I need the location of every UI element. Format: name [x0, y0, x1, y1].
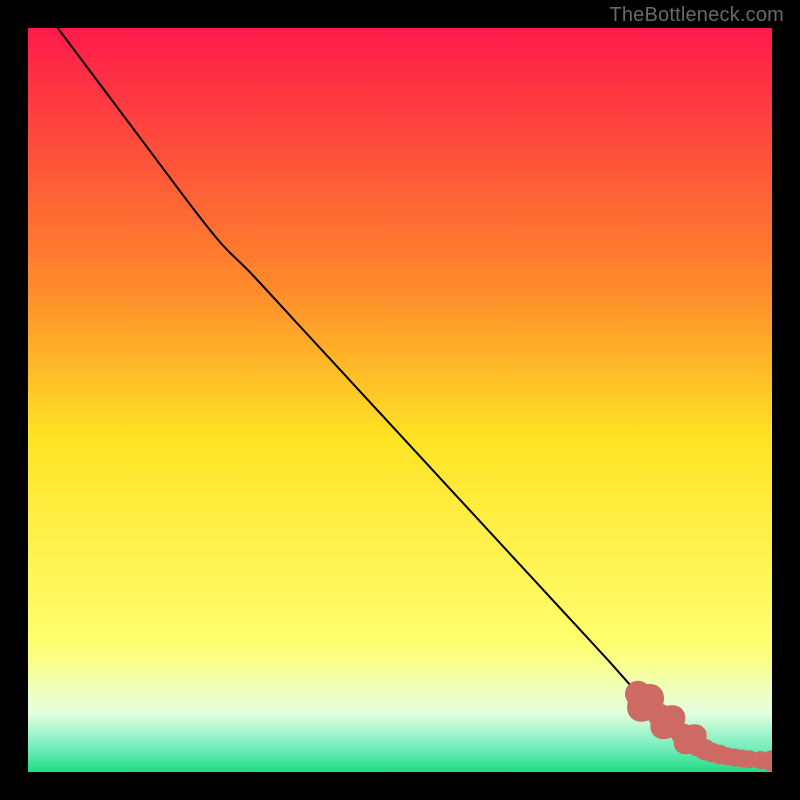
chart-svg	[28, 28, 772, 772]
plot-area	[28, 28, 772, 772]
gradient-background	[28, 28, 772, 772]
watermark-text: TheBottleneck.com	[609, 4, 784, 27]
chart-root: TheBottleneck.com	[0, 0, 800, 800]
